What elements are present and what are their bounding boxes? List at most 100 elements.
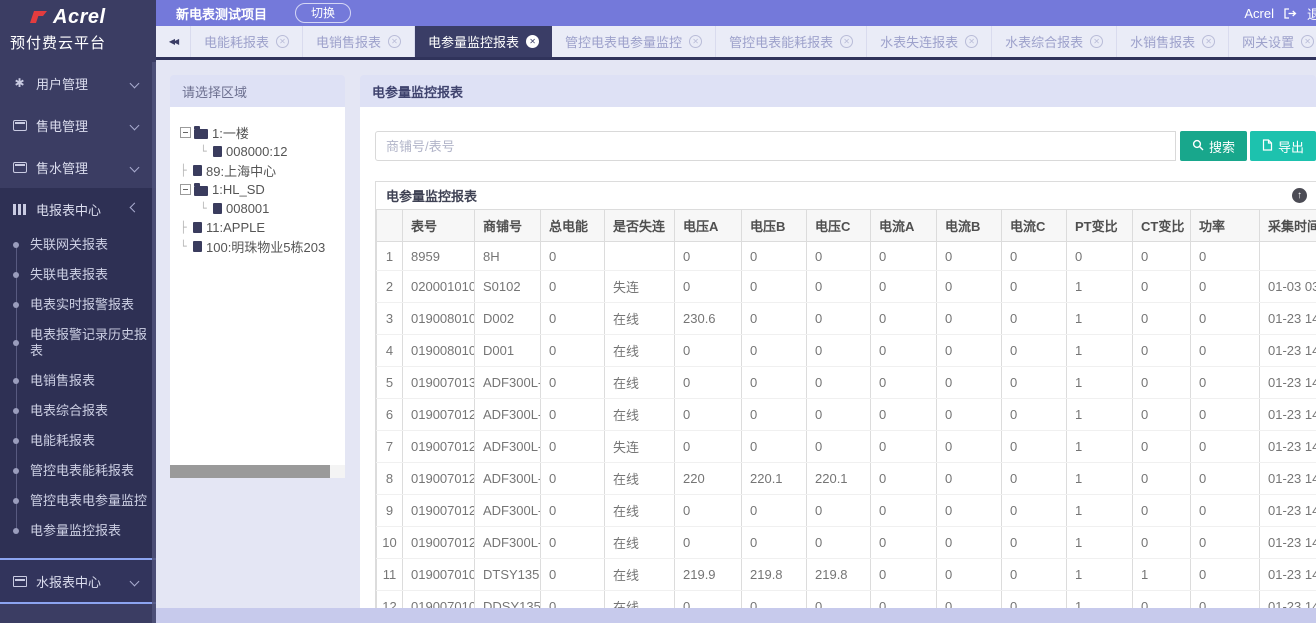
tree-node[interactable]: ├89:上海中心 xyxy=(180,161,341,180)
sidebar-subitem[interactable]: 电表实时报警报表 xyxy=(0,290,156,320)
column-header-是否失连[interactable]: 是否失连 xyxy=(605,210,675,242)
scroll-top-icon[interactable]: ↑ xyxy=(1292,188,1307,203)
cell: 01-23 14 xyxy=(1260,335,1316,367)
tab-电销售报表[interactable]: 电销售报表✕ xyxy=(303,26,415,57)
logout-icon[interactable] xyxy=(1284,8,1297,19)
cell: 0 xyxy=(675,431,742,463)
tree-node[interactable]: ├11:APPLE xyxy=(180,218,341,237)
tree-node-label: 89:上海中心 xyxy=(206,161,276,180)
bullet-icon xyxy=(13,302,19,308)
cell: 0 xyxy=(871,399,937,431)
tab-close-icon[interactable]: ✕ xyxy=(1301,35,1314,48)
sidebar-item-electricity-report-center[interactable]: 电报表中心 xyxy=(0,188,156,230)
tab-水表失连报表[interactable]: 水表失连报表✕ xyxy=(867,26,992,57)
tree-node[interactable]: └100:明珠物业5栋203 xyxy=(180,237,341,256)
column-header-电压A[interactable]: 电压A xyxy=(675,210,742,242)
cell: 0 xyxy=(807,431,871,463)
cell: 0 xyxy=(937,271,1002,303)
cell: 0 xyxy=(541,335,605,367)
tab-网关设置[interactable]: 网关设置✕ xyxy=(1229,26,1316,57)
column-header-CT变比[interactable]: CT变比 xyxy=(1133,210,1191,242)
cell: 0 xyxy=(807,303,871,335)
cell: 在线 xyxy=(605,335,675,367)
account-name[interactable]: Acrel xyxy=(1244,6,1274,21)
table-row[interactable]: 12019007010DDSY13520在线00000010001-23 14 xyxy=(377,591,1316,609)
table-row[interactable]: 189598H0000000000 xyxy=(377,242,1316,271)
column-header-功率[interactable]: 功率 xyxy=(1191,210,1260,242)
sidebar-subitem[interactable]: 失联电表报表 xyxy=(0,260,156,290)
column-header-表号[interactable]: 表号 xyxy=(403,210,475,242)
folder-icon xyxy=(194,186,208,196)
table-row[interactable]: 8019007012ADF300L-40在线220220.1220.100010… xyxy=(377,463,1316,495)
tab-close-icon[interactable]: ✕ xyxy=(1090,35,1103,48)
table-row[interactable]: 10019007012ADF300L-30在线00000010001-23 14 xyxy=(377,527,1316,559)
column-header-电流C[interactable]: 电流C xyxy=(1002,210,1067,242)
column-header-电流B[interactable]: 电流B xyxy=(937,210,1002,242)
tab-管控电表电参量监控[interactable]: 管控电表电参量监控✕ xyxy=(552,26,716,57)
search-button[interactable]: 搜索 xyxy=(1180,131,1247,161)
tree-node[interactable]: 1:一楼 xyxy=(180,123,341,142)
sidebar-divider xyxy=(0,602,156,604)
column-header-电压C[interactable]: 电压C xyxy=(807,210,871,242)
tab-close-icon[interactable]: ✕ xyxy=(689,35,702,48)
sidebar-item-water-report-center[interactable]: 水报表中心 xyxy=(0,560,156,602)
tab-close-icon[interactable]: ✕ xyxy=(965,35,978,48)
sidebar-item-water-sales-management[interactable]: 售水管理 xyxy=(0,146,156,188)
cell xyxy=(1260,242,1316,271)
tab-电能耗报表[interactable]: 电能耗报表✕ xyxy=(190,26,303,57)
table-row[interactable]: 6019007012ADF300L-40在线00000010001-23 14 xyxy=(377,399,1316,431)
tab-水表综合报表[interactable]: 水表综合报表✕ xyxy=(992,26,1117,57)
table-row[interactable]: 9019007012ADF300L-40在线00000010001-23 14 xyxy=(377,495,1316,527)
tree-node[interactable]: └008000:12 xyxy=(180,142,341,161)
cell: 019007010 xyxy=(403,591,475,609)
cell: 0 xyxy=(742,367,807,399)
tab-管控电表能耗报表[interactable]: 管控电表能耗报表✕ xyxy=(716,26,867,57)
tree-node[interactable]: 1:HL_SD xyxy=(180,180,341,199)
column-header-PT变比[interactable]: PT变比 xyxy=(1067,210,1133,242)
cell: 0 xyxy=(937,495,1002,527)
sidebar-subitem[interactable]: 电能耗报表 xyxy=(0,426,156,456)
sidebar-item-label: 售水管理 xyxy=(36,158,131,177)
column-header-总电能[interactable]: 总电能 xyxy=(541,210,605,242)
table-row[interactable]: 7019007012ADF300L-40失连00000010001-23 14 xyxy=(377,431,1316,463)
tab-close-icon[interactable]: ✕ xyxy=(1202,35,1215,48)
tab-scroll-left-icon[interactable]: ◀◀ xyxy=(156,26,190,57)
sidebar-subitem[interactable]: 管控电表能耗报表 xyxy=(0,456,156,486)
column-header-电流A[interactable]: 电流A xyxy=(871,210,937,242)
cell: 0 xyxy=(937,431,1002,463)
scrollbar-thumb[interactable] xyxy=(170,465,330,478)
tab-close-icon[interactable]: ✕ xyxy=(388,35,401,48)
table-row[interactable]: 5019007013ADF300L-40在线00000010001-23 14 xyxy=(377,367,1316,399)
search-input[interactable] xyxy=(375,131,1176,161)
table-row[interactable]: 2020001010S01020失连00000010001-03 03 xyxy=(377,271,1316,303)
sidebar-item-electricity-sales-management[interactable]: 售电管理 xyxy=(0,104,156,146)
table-row[interactable]: 4019008010D0010在线00000010001-23 14 xyxy=(377,335,1316,367)
column-header-采集时间[interactable]: 采集时间 xyxy=(1260,210,1316,242)
sidebar-subitem[interactable]: 管控电表电参量监控 xyxy=(0,486,156,516)
sidebar-subitem[interactable]: 电表报警记录历史报表 xyxy=(0,320,156,366)
sidebar-subitem[interactable]: 电参量监控报表 xyxy=(0,516,156,546)
export-button[interactable]: 导出 xyxy=(1250,131,1316,161)
table-row[interactable]: 11019007010DTSY13520在线219.9219.8219.8000… xyxy=(377,559,1316,591)
tab-电参量监控报表[interactable]: 电参量监控报表✕ xyxy=(415,26,552,57)
tree-connector: └ xyxy=(200,145,213,158)
sidebar-subitem[interactable]: 失联网关报表 xyxy=(0,230,156,260)
sidebar-item-user-management[interactable]: ✱用户管理 xyxy=(0,62,156,104)
tab-水销售报表[interactable]: 水销售报表✕ xyxy=(1117,26,1229,57)
sidebar-subitem[interactable]: 电销售报表 xyxy=(0,366,156,396)
switch-project-button[interactable]: 切换 xyxy=(295,3,351,23)
sidebar-subitem[interactable]: 电表综合报表 xyxy=(0,396,156,426)
tab-close-icon[interactable]: ✕ xyxy=(840,35,853,48)
tab-close-icon[interactable]: ✕ xyxy=(276,35,289,48)
tree-collapse-icon[interactable] xyxy=(180,127,191,138)
tab-close-icon[interactable]: ✕ xyxy=(526,35,539,48)
tree-collapse-icon[interactable] xyxy=(180,184,191,195)
logout-label[interactable]: 退出 xyxy=(1307,4,1316,23)
column-header-商铺号[interactable]: 商铺号 xyxy=(475,210,541,242)
table-row[interactable]: 3019008010D0020在线230.60000010001-23 14 xyxy=(377,303,1316,335)
column-header-电压B[interactable]: 电压B xyxy=(742,210,807,242)
tree-node[interactable]: └008001 xyxy=(180,199,341,218)
cell: 在线 xyxy=(605,399,675,431)
tree-horizontal-scrollbar[interactable] xyxy=(170,465,345,478)
cell: 0 xyxy=(1191,303,1260,335)
